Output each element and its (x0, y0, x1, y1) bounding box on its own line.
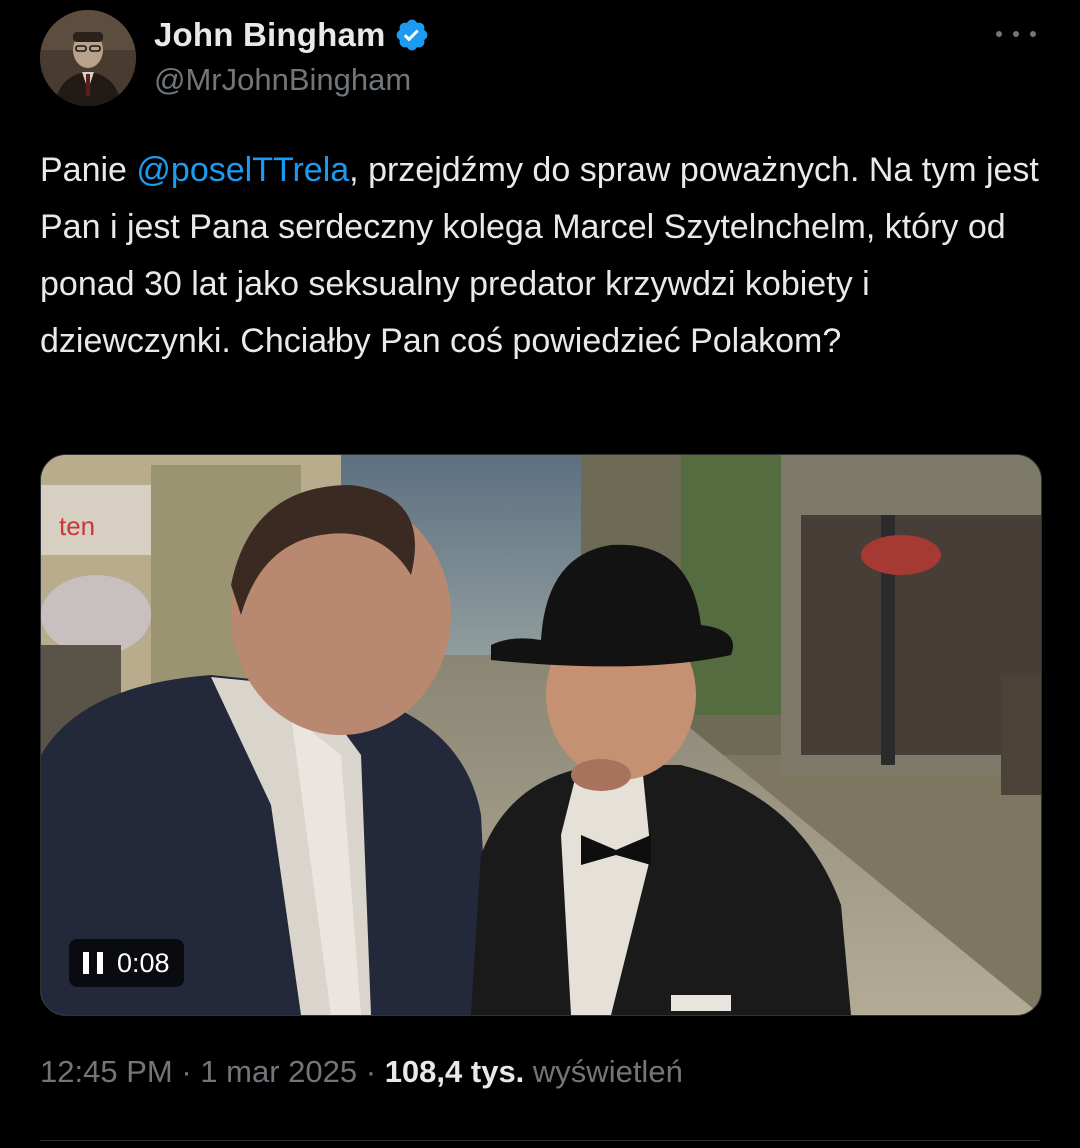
more-dot (1030, 31, 1036, 37)
verified-badge-icon[interactable] (394, 17, 430, 53)
video-controls[interactable]: 0:08 (69, 939, 184, 987)
meta-separator: · (181, 1054, 192, 1089)
tweet-text: Panie @poselTTrela, przejdźmy do spraw p… (40, 142, 1040, 370)
name-row: John Bingham (154, 14, 430, 56)
video-frame: ten (41, 455, 1041, 1015)
mention-link[interactable]: @poselTTrela (136, 151, 349, 189)
tweet-date[interactable]: 1 mar 2025 (200, 1054, 357, 1089)
tweet-time[interactable]: 12:45 PM (40, 1054, 173, 1089)
tweet-text-lead: Panie (40, 151, 137, 189)
video-player[interactable]: ten 0:08 (40, 454, 1042, 1016)
svg-text:ten: ten (59, 511, 95, 541)
author-block: John Bingham @MrJohnBingham (154, 14, 430, 98)
more-dot (996, 31, 1002, 37)
more-icon[interactable] (996, 24, 1036, 44)
display-name[interactable]: John Bingham (154, 16, 386, 54)
tweet-meta: 12:45 PM · 1 mar 2025 · 108,4 tys. wyświ… (40, 1054, 683, 1090)
divider (40, 1140, 1040, 1141)
handle[interactable]: @MrJohnBingham (154, 62, 430, 98)
views-count[interactable]: 108,4 tys. (385, 1054, 525, 1089)
pause-bar (83, 952, 89, 974)
avatar-image (40, 10, 136, 106)
video-elapsed-time: 0:08 (117, 947, 170, 978)
meta-separator: · (365, 1054, 377, 1089)
pause-bar (97, 952, 103, 974)
tweet: John Bingham @MrJohnBingham Panie @posel… (0, 0, 1080, 1148)
views-label: wyświetleń (532, 1054, 683, 1089)
avatar[interactable] (40, 10, 136, 106)
more-dot (1013, 31, 1019, 37)
pause-icon[interactable] (83, 952, 103, 974)
